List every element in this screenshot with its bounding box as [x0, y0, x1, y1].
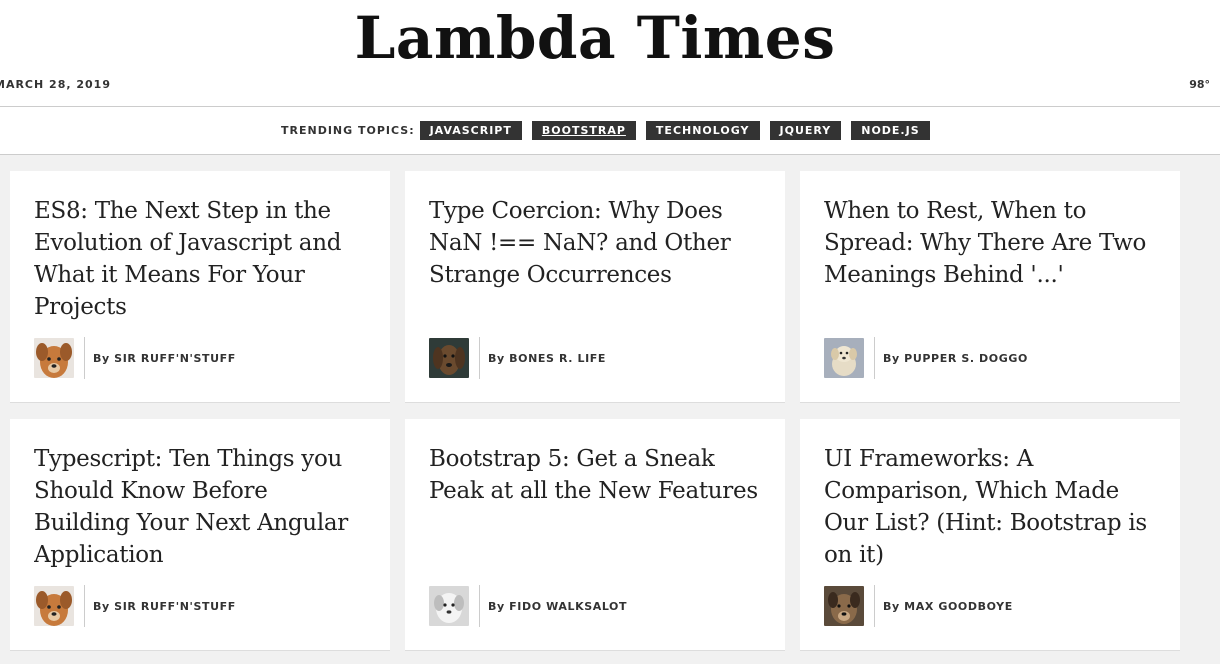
dog-avatar-image [429, 586, 469, 626]
author-name: By MAX GOODBOYE [883, 599, 1013, 613]
article-author: By FIDO WALKSALOT [429, 585, 628, 627]
header-date: MARCH 28, 2019 [0, 78, 111, 91]
author-avatar [34, 338, 74, 378]
article-headline[interactable]: ES8: The Next Step in the Evolution of J… [34, 195, 366, 323]
article-card[interactable]: UI Frameworks: A Comparison, Which Made … [800, 419, 1180, 651]
author-name: By SIR RUFF'N'STUFF [93, 351, 236, 365]
article-card[interactable]: Bootstrap 5: Get a Sneak Peak at all the… [405, 419, 785, 651]
author-avatar [429, 338, 469, 378]
dog-avatar-image [34, 338, 74, 378]
article-card[interactable]: Type Coercion: Why Does NaN !== NaN? and… [405, 171, 785, 403]
author-divider [479, 585, 480, 627]
article-card[interactable]: Typescript: Ten Things you Should Know B… [10, 419, 390, 651]
author-divider [84, 337, 85, 379]
article-headline[interactable]: When to Rest, When to Spread: Why There … [824, 195, 1156, 323]
author-name: By BONES R. LIFE [488, 351, 607, 365]
author-avatar [429, 586, 469, 626]
author-avatar [34, 586, 74, 626]
author-avatar [824, 338, 864, 378]
article-card[interactable]: ES8: The Next Step in the Evolution of J… [10, 171, 390, 403]
article-card[interactable]: When to Rest, When to Spread: Why There … [800, 171, 1180, 403]
author-divider [479, 337, 480, 379]
author-avatar [824, 586, 864, 626]
article-author: By MAX GOODBOYE [824, 585, 1013, 627]
tab-javascript[interactable]: JAVASCRIPT [419, 121, 522, 140]
article-author: By PUPPER S. DOGGO [824, 337, 1028, 379]
tab-technology[interactable]: TECHNOLOGY [645, 121, 760, 140]
articles-container: ES8: The Next Step in the Evolution of J… [0, 155, 1220, 664]
header-temperature: 98° [1189, 78, 1210, 91]
author-divider [874, 585, 875, 627]
author-name: By SIR RUFF'N'STUFF [93, 599, 236, 613]
article-author: By BONES R. LIFE [429, 337, 607, 379]
article-headline[interactable]: Typescript: Ten Things you Should Know B… [34, 443, 366, 571]
article-headline[interactable]: UI Frameworks: A Comparison, Which Made … [824, 443, 1156, 571]
article-headline[interactable]: Type Coercion: Why Does NaN !== NaN? and… [429, 195, 761, 323]
article-headline[interactable]: Bootstrap 5: Get a Sneak Peak at all the… [429, 443, 761, 571]
dog-avatar-image [824, 586, 864, 626]
article-author: By SIR RUFF'N'STUFF [34, 337, 236, 379]
trending-topics-bar: TRENDING TOPICS: JAVASCRIPT BOOTSTRAP TE… [0, 107, 1220, 155]
page-header: MARCH 28, 2019 Lambda Times 98° [0, 0, 1220, 107]
tab-nodejs[interactable]: NODE.JS [851, 121, 930, 140]
site-title: Lambda Times [354, 4, 836, 72]
articles-grid: ES8: The Next Step in the Evolution of J… [10, 171, 1220, 651]
author-name: By FIDO WALKSALOT [488, 599, 628, 613]
tab-jquery[interactable]: JQUERY [769, 121, 842, 140]
dog-avatar-image [429, 338, 469, 378]
trending-topics-label: TRENDING TOPICS: [281, 124, 415, 137]
author-divider [874, 337, 875, 379]
dog-avatar-image [34, 586, 74, 626]
author-name: By PUPPER S. DOGGO [883, 351, 1028, 365]
author-divider [84, 585, 85, 627]
article-author: By SIR RUFF'N'STUFF [34, 585, 236, 627]
dog-avatar-image [824, 338, 864, 378]
tab-bootstrap[interactable]: BOOTSTRAP [531, 121, 636, 140]
